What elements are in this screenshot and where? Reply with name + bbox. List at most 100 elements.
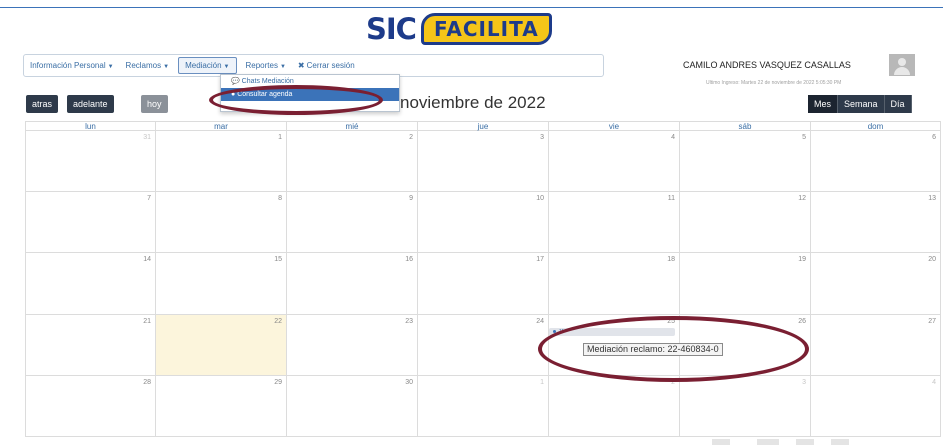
day-number: 14 — [143, 256, 151, 263]
weekday-header-cell: lun — [25, 121, 156, 131]
day-cell[interactable]: 5 — [680, 131, 811, 192]
chat-icon: 💬 — [231, 78, 242, 85]
nav-cerrar-sesion[interactable]: ✖ Cerrar sesión — [292, 58, 361, 73]
user-name: CAMILO ANDRES VASQUEZ CASALLAS — [683, 60, 851, 70]
month-calendar: lun mar mié jue vie sáb dom 31 1 2 3 4 5… — [25, 121, 941, 437]
weekday-header-cell: mar — [156, 121, 287, 131]
nav-reclamos[interactable]: Reclamos ▼ — [120, 58, 176, 73]
caret-down-icon: ▼ — [107, 64, 114, 70]
sic-facilita-logo: SIC FACILITA — [366, 12, 552, 46]
nav-reportes[interactable]: Reportes ▼ — [240, 58, 292, 73]
day-number: 26 — [798, 318, 806, 325]
day-number: 15 — [274, 256, 282, 263]
day-cell[interactable]: 27 — [811, 315, 941, 376]
caret-down-icon: ▼ — [163, 64, 170, 70]
day-number: 16 — [405, 256, 413, 263]
day-number: 8 — [278, 195, 282, 202]
logo-facilita-text: FACILITA — [420, 13, 552, 45]
day-cell[interactable]: 9 — [287, 192, 418, 253]
day-cell-today[interactable]: 22 — [156, 315, 287, 376]
day-number: 29 — [274, 379, 282, 386]
nav-label: Información Personal — [30, 61, 106, 70]
day-cell[interactable]: 14 — [25, 253, 156, 315]
nav-informacion-personal[interactable]: Información Personal ▼ — [24, 58, 120, 73]
avatar-body-shape — [894, 67, 910, 75]
highlight-circle-menu — [209, 85, 383, 115]
day-number: 21 — [143, 318, 151, 325]
day-number: 7 — [147, 195, 151, 202]
pagination-control[interactable] — [831, 439, 849, 445]
nav-mediacion[interactable]: Mediación ▼ — [178, 57, 237, 74]
day-number: 18 — [667, 256, 675, 263]
day-cell[interactable]: 28 — [25, 376, 156, 437]
day-cell[interactable]: 11 — [549, 192, 680, 253]
day-cell[interactable]: 8 — [156, 192, 287, 253]
day-number: 30 — [405, 379, 413, 386]
nav-label: Cerrar sesión — [306, 61, 355, 70]
last-login-text: Ultimo Ingreso: Martes 22 de noviembre d… — [706, 80, 842, 86]
day-number: 24 — [536, 318, 544, 325]
day-number: 28 — [143, 379, 151, 386]
caret-down-icon: ▼ — [279, 64, 286, 70]
day-cell[interactable]: 21 — [25, 315, 156, 376]
day-cell[interactable]: 2 — [287, 131, 418, 192]
day-cell[interactable]: 3 — [680, 376, 811, 437]
weekday-header-cell: mié — [287, 121, 418, 131]
day-number: 9 — [409, 195, 413, 202]
day-cell[interactable]: 3 — [418, 131, 549, 192]
day-number: 1 — [278, 134, 282, 141]
calendar-week: 14 15 16 17 18 19 20 — [25, 253, 941, 315]
day-cell[interactable]: 4 — [811, 376, 941, 437]
weekday-header-cell: dom — [811, 121, 941, 131]
day-cell[interactable]: 24 — [418, 315, 549, 376]
weekday-header-cell: sáb — [680, 121, 811, 131]
calendar-week: 31 1 2 3 4 5 6 — [25, 131, 941, 192]
day-cell[interactable]: 10 — [418, 192, 549, 253]
day-cell[interactable]: 20 — [811, 253, 941, 315]
day-cell[interactable]: 1 — [418, 376, 549, 437]
pagination-control[interactable] — [757, 439, 779, 445]
day-number: 6 — [932, 134, 936, 141]
day-cell[interactable]: 23 — [287, 315, 418, 376]
pagination-control[interactable] — [712, 439, 730, 445]
day-cell[interactable]: 4 — [549, 131, 680, 192]
prev-button[interactable]: atras — [26, 95, 59, 113]
month-title: noviembre de 2022 — [400, 93, 546, 112]
day-cell[interactable]: 18 — [549, 253, 680, 315]
day-cell[interactable]: 15 — [156, 253, 287, 315]
day-cell[interactable]: 29 — [156, 376, 287, 437]
day-cell[interactable]: 13 — [811, 192, 941, 253]
weekday-header-cell: vie — [549, 121, 680, 131]
nav-label: Reclamos — [125, 61, 162, 70]
day-number: 12 — [798, 195, 806, 202]
today-button[interactable]: hoy — [141, 95, 168, 113]
day-cell[interactable]: 6 — [811, 131, 941, 192]
close-icon: ✖ — [297, 61, 305, 70]
day-cell[interactable]: 31 — [25, 131, 156, 192]
day-number: 10 — [536, 195, 544, 202]
pagination-control[interactable] — [796, 439, 814, 445]
nav-label: Mediación — [185, 61, 222, 70]
day-cell[interactable]: 2 — [549, 376, 680, 437]
nav-label: Reportes — [245, 61, 278, 70]
day-number: 27 — [928, 318, 936, 325]
view-month-button[interactable]: Mes — [808, 95, 839, 113]
avatar[interactable] — [889, 54, 915, 76]
day-number: 23 — [405, 318, 413, 325]
view-week-button[interactable]: Semana — [838, 95, 885, 113]
next-button[interactable]: adelante — [67, 95, 114, 113]
day-cell[interactable]: 7 — [25, 192, 156, 253]
day-cell[interactable]: 17 — [418, 253, 549, 315]
day-cell[interactable]: 12 — [680, 192, 811, 253]
day-number: 3 — [540, 134, 544, 141]
day-number: 31 — [143, 134, 151, 141]
day-number: 4 — [671, 134, 675, 141]
weekday-header: lun mar mié jue vie sáb dom — [25, 121, 941, 131]
menu-item-label: Chats Mediación — [241, 78, 294, 85]
day-cell[interactable]: 19 — [680, 253, 811, 315]
day-cell[interactable]: 16 — [287, 253, 418, 315]
day-number: 3 — [802, 379, 806, 386]
day-cell[interactable]: 1 — [156, 131, 287, 192]
day-cell[interactable]: 30 — [287, 376, 418, 437]
view-day-button[interactable]: Día — [884, 95, 912, 113]
